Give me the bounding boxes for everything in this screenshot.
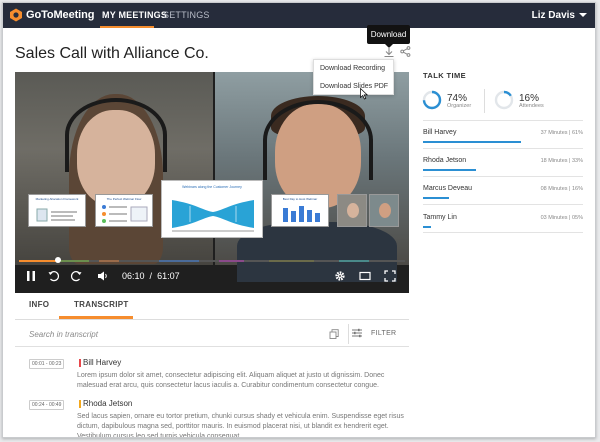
chapter-marker [59,260,89,262]
slide-thumbnail-graphic [102,205,148,223]
current-time: 06:10 [122,271,145,281]
volume-icon[interactable] [97,270,109,282]
divider [423,120,583,121]
attendees-label: Attendees [519,103,544,109]
slide-thumbnail[interactable]: Marketing Allocation Framework [28,194,86,227]
segment-text: Lorem ipsum dolor sit amet, consectetur … [77,372,385,389]
tab-divider [15,319,409,320]
slide-thumbnail[interactable]: The Perfect Webinar Flow [95,194,153,227]
tab-info[interactable]: INFO [29,300,49,309]
slide-thumbnail-current[interactable]: Webinars along the Customer Journey [161,180,263,238]
slide-thumbnail-title: Marketing Allocation Framework [35,197,79,201]
download-icon[interactable] [383,46,395,58]
talk-time-bar [423,141,521,143]
nav-settings[interactable]: SETTINGS [163,10,210,20]
participant-thumbnail[interactable] [369,194,399,227]
chapter-marker [159,260,199,262]
participant-name: Rhoda Jetson [423,157,467,164]
divider [348,324,349,344]
divider [423,148,583,149]
chapter-markers [19,260,405,262]
transcript-search-bar: FILTER [15,321,409,347]
speaker-color [79,400,81,408]
page-title: Sales Call with Alliance Co. [15,45,209,62]
video-player[interactable]: Marketing Allocation Framework The Perfe… [15,72,409,293]
talk-time-bar [423,197,449,199]
slide-thumbnail-graphic [172,200,254,232]
attendees-ring [494,90,514,110]
segment-time: 00:24 - 00:49 [29,400,65,410]
segment-time: 00:01 - 00:23 [29,359,65,369]
slide-thumbnail-graphic [283,206,320,222]
speaker-color [79,359,81,367]
participant-stat: 18 Minutes | 33% [540,158,583,164]
participant-name: Tammy Lin [423,214,457,221]
headset-icon [263,100,373,180]
divider [423,232,583,233]
participant-name: Marcus Deveau [423,185,473,192]
tab-transcript[interactable]: TRANSCRIPT [74,300,129,309]
settings-icon[interactable] [334,270,346,282]
participant-stat: 08 Minutes | 16% [540,186,583,192]
progress-fill [19,260,58,262]
download-tooltip: Download [367,25,410,48]
scrub-handle[interactable] [54,257,61,263]
time-separator: / [149,271,153,281]
slide-thumbnail-title: Webinars along the Customer Journey [182,185,242,189]
time-readout: 06:10 / 61:07 [122,271,180,281]
segment-speaker: Rhoda Jetson [83,399,133,408]
divider [423,176,583,177]
slide-thumbnail-title: The Perfect Webinar Flow [106,197,142,201]
logo-text: GoToMeeting [26,9,95,21]
user-menu[interactable]: Liz Davis [532,10,575,21]
theater-mode-icon[interactable] [359,270,371,282]
download-menu: Download Recording Download Slides PDF [313,59,394,95]
pause-icon[interactable] [25,270,37,282]
app-window: GoToMeeting MY MEETINGS SETTINGS Liz Dav… [2,2,596,438]
fullscreen-icon[interactable] [384,270,396,282]
headset-icon [65,98,167,172]
participant-thumbnail[interactable] [337,194,367,227]
organizer-ring [422,90,442,110]
chapter-marker [219,260,244,262]
nav-my-meetings[interactable]: MY MEETINGS [102,10,167,20]
chapter-marker [99,260,119,262]
chapter-marker [269,260,314,262]
chevron-down-icon[interactable] [579,13,587,17]
gotomeeting-logo-icon [10,8,22,22]
download-slides-item[interactable]: Download Slides PDF [314,78,393,96]
chapter-marker [339,260,369,262]
participant-name: Bill Harvey [423,129,457,136]
filter-button[interactable]: FILTER [371,330,396,337]
talk-time-bar [423,226,431,228]
duration: 61:07 [157,271,180,281]
participant-stat: 03 Minutes | 05% [540,215,583,221]
organizer-label: Organizer [447,103,472,109]
participant-stat: 37 Minutes | 61% [540,130,583,136]
slide-thumbnail-graphic [36,208,77,222]
share-icon[interactable] [400,46,411,57]
slide-thumbnail-title: Best Day to Host Webinar [282,197,318,201]
mouse-cursor-icon [360,88,368,100]
top-nav: GoToMeeting MY MEETINGS SETTINGS Liz Dav… [3,3,595,28]
rewind-icon[interactable] [48,270,60,282]
divider [484,89,485,113]
talk-time-title: TALK TIME [423,71,467,80]
filter-icon[interactable] [351,328,363,338]
nav-active-indicator [100,26,154,28]
participant-face [379,203,391,218]
divider [423,204,583,205]
slide-thumbnail[interactable]: Best Day to Host Webinar [271,194,329,227]
copy-icon[interactable] [329,329,339,339]
segment-text: Sed lacus sapien, ornare eu tortor preti… [77,413,404,438]
talk-time-bar [423,169,476,171]
forward-icon[interactable] [70,270,82,282]
segment-speaker: Bill Harvey [83,358,122,367]
download-recording-item[interactable]: Download Recording [314,60,393,78]
search-input[interactable] [29,327,289,341]
participant-face [347,203,359,218]
